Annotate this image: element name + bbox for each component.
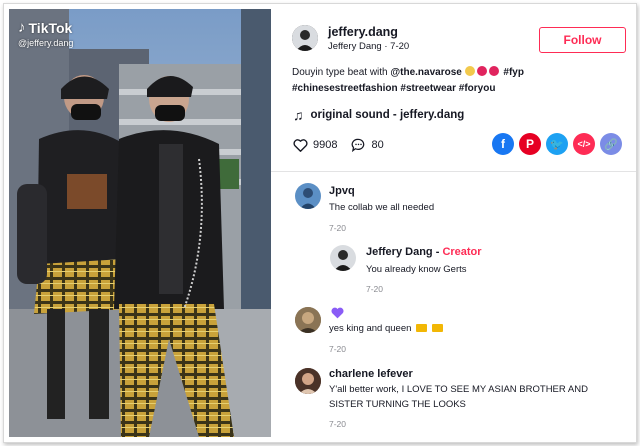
creator-badge: Creator [442, 246, 482, 258]
heart-emoji-icon [476, 66, 487, 76]
comment-avatar[interactable] [295, 307, 321, 333]
comment-icon [352, 138, 365, 152]
like-stat[interactable]: 9908 [293, 138, 337, 152]
comment-text-body: yes king and queen [329, 323, 412, 334]
tiktok-embed: ♪ TikTok @jeffery.dang jeffery.dang Jeff… [3, 3, 637, 443]
heart-emoji-icon [488, 66, 499, 76]
post-caption: Douyin type beat with @the.navarose #fyp… [292, 65, 627, 97]
author-meta: Jeffery Dang · 7-20 [328, 41, 409, 52]
crown-emoji-icon [416, 324, 428, 332]
reply-text: You already know Gerts [366, 264, 467, 275]
video-player[interactable]: ♪ TikTok @jeffery.dang [9, 9, 271, 437]
grimace-emoji-icon [464, 66, 475, 76]
hashtag[interactable]: #streetwear [400, 83, 456, 94]
reply-author: Jeffery Dang - Creator [366, 246, 482, 258]
divider [271, 171, 636, 172]
tiktok-logo-text: TikTok [28, 19, 73, 36]
share-bar: f P 🐦 </> 🔗 [492, 133, 622, 155]
comment-count: 80 [371, 139, 384, 151]
facebook-icon[interactable]: f [492, 133, 514, 155]
comment-avatar[interactable] [295, 183, 321, 209]
comment-date: 7-20 [329, 344, 347, 354]
author-username[interactable]: jeffery.dang [328, 25, 398, 39]
reply-author-name[interactable]: Jeffery Dang [366, 246, 433, 258]
copy-link-icon[interactable]: 🔗 [600, 133, 622, 155]
author-display-name: Jeffery Dang [328, 41, 382, 52]
engagement-stats: 9908 80 [293, 138, 398, 152]
follow-button[interactable]: Follow [539, 27, 626, 53]
comment-text: yes king and queen [329, 322, 443, 337]
comment-text: Y'all better work, I LOVE TO SEE MY ASIA… [329, 384, 588, 410]
reply-avatar[interactable] [330, 245, 356, 271]
post-date: 7-20 [390, 41, 410, 52]
pinterest-icon[interactable]: P [519, 133, 541, 155]
crown-emoji-icon [431, 324, 443, 332]
author-avatar[interactable] [292, 25, 318, 51]
comment-stat[interactable]: 80 [351, 138, 384, 152]
tiktok-note-icon: ♪ [18, 19, 26, 36]
tiktok-logo[interactable]: ♪ TikTok [18, 19, 72, 36]
dot-separator: · [384, 41, 388, 52]
hashtag[interactable]: #fyp [503, 67, 524, 78]
like-count: 9908 [313, 139, 338, 151]
video-handle-watermark: @jeffery.dang [18, 38, 74, 48]
post-details: jeffery.dang Jeffery Dang · 7-20 Follow … [271, 4, 636, 442]
comment-author[interactable]: Jpvq [329, 185, 355, 197]
comment-date: 7-20 [329, 223, 347, 233]
video-frame-illustration [9, 9, 271, 437]
comment-text: The collab we all needed [329, 202, 435, 213]
reply-date: 7-20 [366, 284, 384, 294]
music-note-icon: ♫ [293, 107, 304, 123]
twitter-icon[interactable]: 🐦 [546, 133, 568, 155]
sound-link[interactable]: ♫ original sound - jeffery.dang [293, 107, 464, 123]
sound-title: original sound - jeffery.dang [310, 109, 465, 121]
hashtag[interactable]: #chinesestreetfashion [292, 83, 398, 94]
embed-code-icon[interactable]: </> [573, 133, 595, 155]
caption-mention[interactable]: @the.navarose [390, 67, 461, 78]
comment-avatar[interactable] [295, 368, 321, 394]
comment-author[interactable]: charlene lefever [329, 368, 413, 380]
hashtag[interactable]: #foryou [459, 83, 496, 94]
heart-icon [293, 139, 308, 152]
caption-text: Douyin type beat with [292, 67, 391, 78]
comment-date: 7-20 [329, 419, 347, 429]
